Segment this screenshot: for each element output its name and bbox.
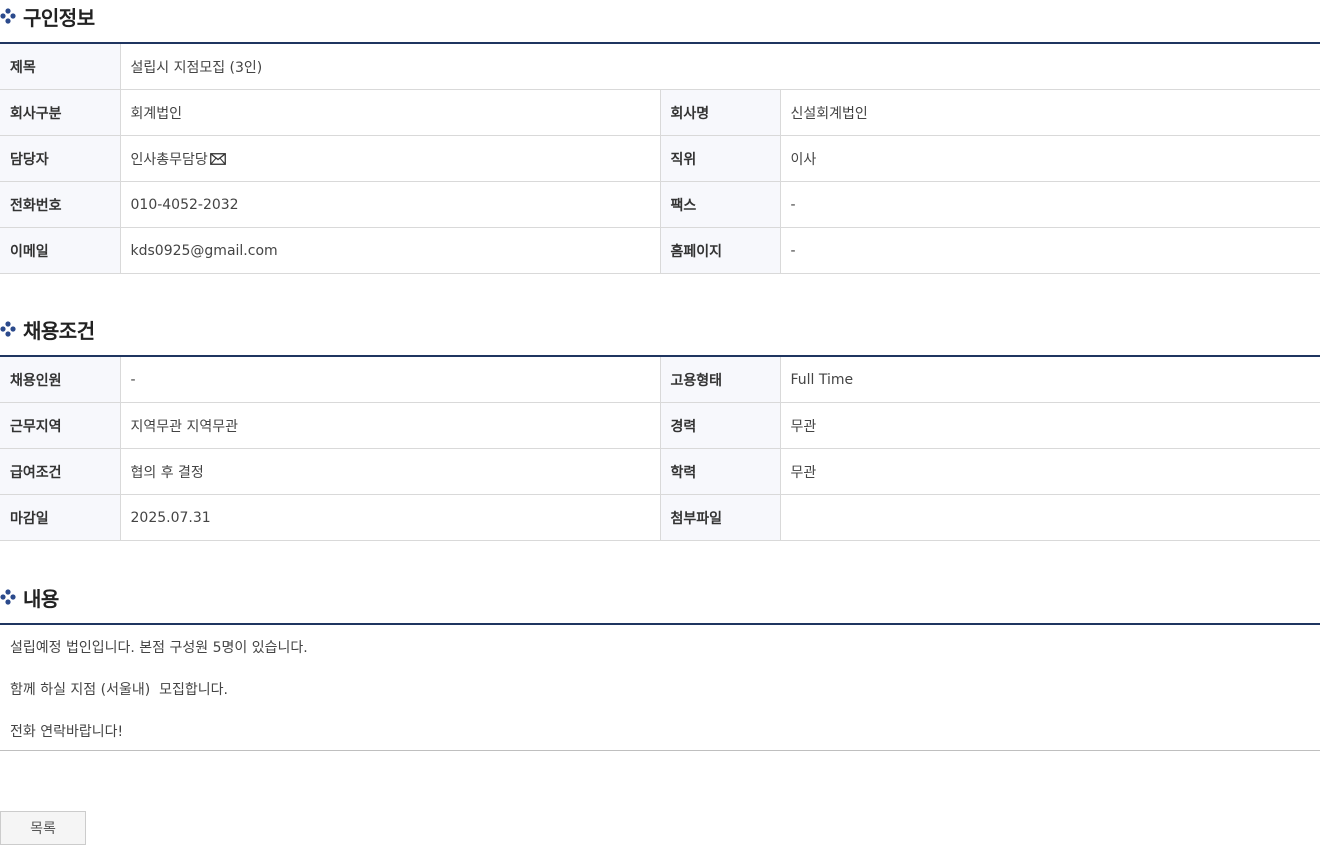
employment-type-value: Full Time: [780, 357, 1320, 403]
content-line: 함께 하실 지점 (서울내) 모집합니다.: [10, 682, 228, 698]
email-label: 이메일: [0, 227, 121, 274]
conditions-table: 채용인원 - 고용형태 Full Time 근무지역 지역무관 지역무관 경력 …: [0, 357, 1320, 541]
homepage-label: 홈페이지: [660, 227, 781, 274]
education-value: 무관: [780, 448, 1320, 495]
dots-icon: [0, 589, 16, 605]
company-name-label: 회사명: [660, 89, 781, 136]
contact-person-label: 담당자: [0, 135, 121, 182]
table-row: 급여조건 협의 후 결정 학력 무관: [0, 448, 1320, 495]
table-row: 담당자 인사총무담당 직위 이사: [0, 135, 1320, 182]
mail-icon[interactable]: [209, 152, 226, 165]
career-label: 경력: [660, 402, 781, 449]
recruit-info-section: 구인정보: [0, 1, 1320, 31]
deadline-value: 2025.07.31: [120, 494, 661, 541]
work-area-value: 지역무관 지역무관: [120, 402, 661, 449]
email-value: kds0925@gmail.com: [120, 227, 661, 274]
company-type-value: 회계법인: [120, 89, 661, 136]
education-label: 학력: [660, 448, 781, 495]
content-body: 설립예정 법인입니다. 본점 구성원 5명이 있습니다. 함께 하실 지점 (서…: [0, 625, 1320, 751]
table-row: 제목 설립시 지점모집 (3인): [0, 44, 1320, 90]
company-name-value: 신설회계법인: [780, 89, 1320, 136]
position-label: 직위: [660, 135, 781, 182]
table-row: 전화번호 010-4052-2032 팩스 -: [0, 181, 1320, 228]
title-value: 설립시 지점모집 (3인): [120, 44, 1320, 90]
phone-value: 010-4052-2032: [120, 181, 661, 228]
table-row: 근무지역 지역무관 지역무관 경력 무관: [0, 402, 1320, 449]
content-line: 전화 연락바랍니다!: [10, 724, 124, 740]
section-header: 채용조건: [0, 314, 1320, 344]
content-line: 설립예정 법인입니다. 본점 구성원 5명이 있습니다.: [10, 640, 308, 656]
section-title: 내용: [23, 586, 59, 611]
dots-icon: [0, 321, 16, 337]
conditions-section: 채용조건: [0, 314, 1320, 344]
content-section: 내용: [0, 582, 1320, 612]
contact-person-value: 인사총무담당: [130, 151, 208, 168]
attachment-value: [780, 494, 1320, 541]
list-button[interactable]: 목록: [0, 811, 86, 845]
section-title: 구인정보: [23, 5, 95, 30]
section-header: 내용: [0, 582, 1320, 612]
attachment-label: 첨부파일: [660, 494, 781, 541]
company-type-label: 회사구분: [0, 89, 121, 136]
headcount-label: 채용인원: [0, 357, 121, 403]
table-row: 마감일 2025.07.31 첨부파일: [0, 494, 1320, 541]
section-title: 채용조건: [23, 318, 95, 343]
homepage-value: -: [780, 227, 1320, 274]
dots-icon: [0, 8, 16, 24]
career-value: 무관: [780, 402, 1320, 449]
recruit-info-table: 제목 설립시 지점모집 (3인) 회사구분 회계법인 회사명 신설회계법인 담당…: [0, 44, 1320, 274]
fax-value: -: [780, 181, 1320, 228]
employment-type-label: 고용형태: [660, 357, 781, 403]
work-area-label: 근무지역: [0, 402, 121, 449]
title-label: 제목: [0, 44, 121, 90]
table-row: 회사구분 회계법인 회사명 신설회계법인: [0, 89, 1320, 136]
fax-label: 팩스: [660, 181, 781, 228]
position-value: 이사: [780, 135, 1320, 182]
phone-label: 전화번호: [0, 181, 121, 228]
salary-label: 급여조건: [0, 448, 121, 495]
table-row: 이메일 kds0925@gmail.com 홈페이지 -: [0, 227, 1320, 274]
table-row: 채용인원 - 고용형태 Full Time: [0, 357, 1320, 403]
contact-person-cell: 인사총무담당: [120, 135, 661, 182]
deadline-label: 마감일: [0, 494, 121, 541]
salary-value: 협의 후 결정: [120, 448, 661, 495]
section-header: 구인정보: [0, 1, 1320, 31]
headcount-value: -: [120, 357, 661, 403]
